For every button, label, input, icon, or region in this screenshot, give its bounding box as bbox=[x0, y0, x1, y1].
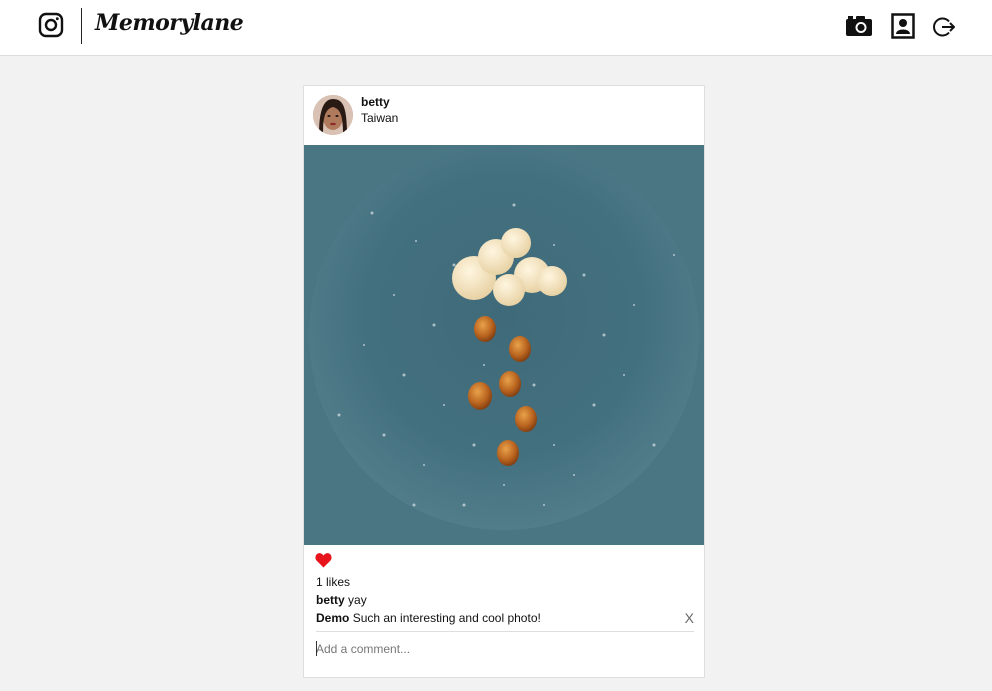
caption-username[interactable]: betty bbox=[316, 593, 345, 607]
comment-text: Such an interesting and cool photo! bbox=[352, 611, 541, 625]
profile-icon[interactable] bbox=[891, 13, 915, 39]
instagram-logo-icon[interactable] bbox=[38, 12, 64, 38]
top-bar: Memorylane bbox=[0, 0, 992, 56]
post-location: Taiwan bbox=[361, 111, 399, 125]
text-caret bbox=[316, 641, 317, 656]
comment-input[interactable] bbox=[316, 638, 694, 660]
delete-comment-button[interactable]: X bbox=[685, 610, 694, 626]
comment-divider bbox=[316, 631, 694, 632]
post-username[interactable]: betty bbox=[361, 95, 390, 109]
caption-text: yay bbox=[348, 593, 367, 607]
comment-item: Demo Such an interesting and cool photo!… bbox=[316, 610, 694, 626]
photo-image bbox=[304, 145, 704, 545]
logout-icon[interactable] bbox=[933, 16, 955, 38]
caption: betty yay bbox=[316, 593, 367, 607]
camera-icon[interactable] bbox=[845, 14, 873, 38]
logo-divider bbox=[81, 8, 82, 44]
avatar[interactable] bbox=[313, 95, 353, 135]
post-photo[interactable] bbox=[304, 145, 704, 545]
likes-count: 1 likes bbox=[316, 575, 351, 589]
brand-name[interactable]: Memorylane bbox=[95, 10, 244, 36]
comment-username[interactable]: Demo bbox=[316, 611, 349, 625]
post-header: betty Taiwan bbox=[304, 86, 704, 144]
heart-icon[interactable] bbox=[315, 552, 332, 568]
post-card: betty Taiwan 1 likes betty yay Demo Such… bbox=[303, 85, 705, 678]
avatar-image bbox=[313, 95, 353, 135]
